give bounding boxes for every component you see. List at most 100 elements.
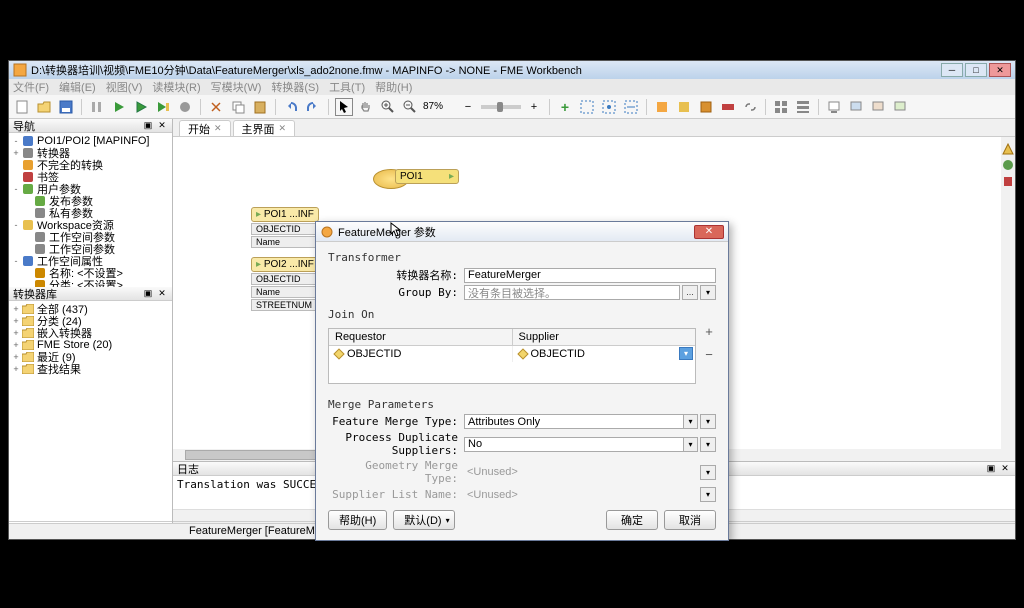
sel2-button[interactable] — [600, 98, 618, 116]
panel-float-button[interactable]: ▣ — [142, 288, 154, 300]
menu-help[interactable]: 帮助(H) — [375, 79, 412, 95]
cancel-button[interactable]: 取消 — [664, 510, 716, 530]
tab-start[interactable]: 开始✕ — [179, 120, 231, 136]
run-button[interactable] — [110, 98, 128, 116]
node-attr: OBJECTID — [251, 223, 319, 235]
fmt-menu-button[interactable]: ▾ — [700, 414, 716, 429]
pan-button[interactable] — [357, 98, 375, 116]
panel-float-button[interactable]: ▣ — [985, 463, 997, 475]
canvas-node-poi2[interactable]: ▸ POI2 ...INF OBJECTID Name STREETNUM — [251, 257, 319, 311]
tab-main[interactable]: 主界面✕ — [233, 120, 296, 136]
open-button[interactable] — [35, 98, 53, 116]
menu-writers[interactable]: 写模块(W) — [211, 79, 262, 95]
menu-file[interactable]: 文件(F) — [13, 79, 49, 95]
panel-close-button[interactable]: ✕ — [156, 120, 168, 132]
menu-transformers[interactable]: 转换器(S) — [271, 79, 319, 95]
run-prompt-button[interactable] — [154, 98, 172, 116]
attr-icon — [517, 348, 528, 359]
zoom-minus[interactable]: − — [459, 98, 477, 116]
ok-button[interactable]: 确定 — [606, 510, 658, 530]
inspect3-button[interactable] — [869, 98, 887, 116]
help-button[interactable]: 帮助(H) — [328, 510, 387, 530]
supplier-cell[interactable]: OBJECTID ▾ — [513, 346, 696, 362]
zoomout-button[interactable] — [401, 98, 419, 116]
join-table[interactable]: Requestor Supplier OBJECTID OBJECTID ▾ — [328, 328, 696, 384]
combo-feature-merge-type[interactable]: Attributes Only▾ — [464, 414, 698, 429]
run2-button[interactable] — [132, 98, 150, 116]
input-group-by[interactable]: 没有条目被选择。 — [464, 285, 680, 300]
gear-green-icon[interactable] — [1002, 159, 1014, 171]
navigator-tree[interactable]: -POI1/POI2 [MAPINFO]+转换器不完全的转换书签-用户参数发布参… — [9, 133, 172, 293]
undo-button[interactable] — [282, 98, 300, 116]
pointer-button[interactable] — [335, 98, 353, 116]
remove-row-button[interactable]: − — [702, 347, 716, 362]
maximize-button[interactable]: □ — [965, 63, 987, 77]
bookmark2-button[interactable] — [675, 98, 693, 116]
add-tool[interactable]: + — [556, 98, 574, 116]
pds-menu-button[interactable]: ▾ — [700, 437, 716, 452]
new-button[interactable] — [13, 98, 31, 116]
defaults-button[interactable]: 默认(D)▾ — [393, 510, 454, 530]
navigator-title: 导航 — [13, 118, 35, 134]
menu-edit[interactable]: 编辑(E) — [59, 79, 96, 95]
gmt-menu-button[interactable]: ▾ — [700, 465, 716, 480]
menu-bar: 文件(F) 编辑(E) 视图(V) 读模块(R) 写模块(W) 转换器(S) 工… — [9, 79, 1015, 95]
group-by-menu-button[interactable]: ▾ — [700, 285, 716, 300]
featuremerger-dialog: FeatureMerger 参数 ✕ Transformer 转换器名称: Fe… — [315, 221, 729, 541]
transformer-library-panel: 转换器库 ▣ ✕ +全部 (437)+分类 (24)+嵌入转换器+FME Sto… — [9, 287, 172, 519]
dialog-close-button[interactable]: ✕ — [694, 225, 724, 239]
pause-button[interactable] — [88, 98, 106, 116]
stop-button[interactable] — [176, 98, 194, 116]
col-supplier: Supplier — [513, 329, 696, 345]
zoomin-button[interactable] — [379, 98, 397, 116]
dialog-titlebar[interactable]: FeatureMerger 参数 ✕ — [316, 222, 728, 242]
warn-icon[interactable] — [1002, 143, 1014, 155]
sel3-button[interactable] — [622, 98, 640, 116]
panel-close-button[interactable]: ✕ — [156, 288, 168, 300]
group-by-browse-button[interactable]: … — [682, 285, 698, 300]
grid1-button[interactable] — [772, 98, 790, 116]
add-row-button[interactable]: + — [702, 324, 716, 339]
inspect4-button[interactable] — [891, 98, 909, 116]
link-button[interactable] — [741, 98, 759, 116]
supplier-dropdown-button[interactable]: ▾ — [679, 347, 693, 360]
tree-item[interactable]: +嵌入转换器 — [11, 327, 170, 339]
bookmark1-button[interactable] — [653, 98, 671, 116]
requestor-cell[interactable]: OBJECTID — [329, 346, 513, 362]
node-attr: STREETNUM — [251, 299, 319, 311]
panel-close-button[interactable]: ✕ — [999, 463, 1011, 475]
sel1-button[interactable] — [578, 98, 596, 116]
sln-menu-button[interactable]: ▾ — [700, 487, 716, 502]
measure-button[interactable] — [719, 98, 737, 116]
save-button[interactable] — [57, 98, 75, 116]
canvas-node-poi1-top[interactable]: POI1▸ — [395, 169, 459, 184]
tree-item[interactable]: +查找结果 — [11, 363, 170, 375]
grid2-button[interactable] — [794, 98, 812, 116]
cut-button[interactable] — [207, 98, 225, 116]
zoom-plus[interactable]: + — [525, 98, 543, 116]
label-feature-merge-type: Feature Merge Type: — [328, 415, 464, 428]
close-icon[interactable]: ✕ — [214, 123, 222, 134]
close-icon[interactable]: ✕ — [279, 123, 287, 134]
close-button[interactable]: ✕ — [989, 63, 1011, 77]
zoom-value[interactable]: 87% — [423, 101, 455, 112]
menu-readers[interactable]: 读模块(R) — [152, 79, 200, 95]
canvas-node-poi1[interactable]: ▸ POI1 ...INF OBJECTID Name — [251, 207, 319, 248]
redo-button[interactable] — [304, 98, 322, 116]
copy-button[interactable] — [229, 98, 247, 116]
input-transformer-name[interactable]: FeatureMerger — [464, 268, 716, 283]
minimize-button[interactable]: ─ — [941, 63, 963, 77]
combo-process-dup-suppliers[interactable]: No▾ — [464, 437, 698, 452]
bookmark3-button[interactable] — [697, 98, 715, 116]
window-title: D:\转换器培训\视频\FME10分钟\Data\FeatureMerger\x… — [31, 62, 582, 78]
menu-view[interactable]: 视图(V) — [106, 79, 143, 95]
inspect2-button[interactable] — [847, 98, 865, 116]
panel-float-button[interactable]: ▣ — [142, 120, 154, 132]
inspect1-button[interactable] — [825, 98, 843, 116]
book-icon[interactable] — [1002, 175, 1014, 187]
library-tree[interactable]: +全部 (437)+分类 (24)+嵌入转换器+FME Store (20)+最… — [9, 301, 172, 377]
menu-tools[interactable]: 工具(T) — [329, 79, 365, 95]
canvas-tabstrip: 开始✕ 主界面✕ — [173, 119, 1015, 137]
paste-button[interactable] — [251, 98, 269, 116]
zoom-slider[interactable] — [481, 105, 521, 109]
